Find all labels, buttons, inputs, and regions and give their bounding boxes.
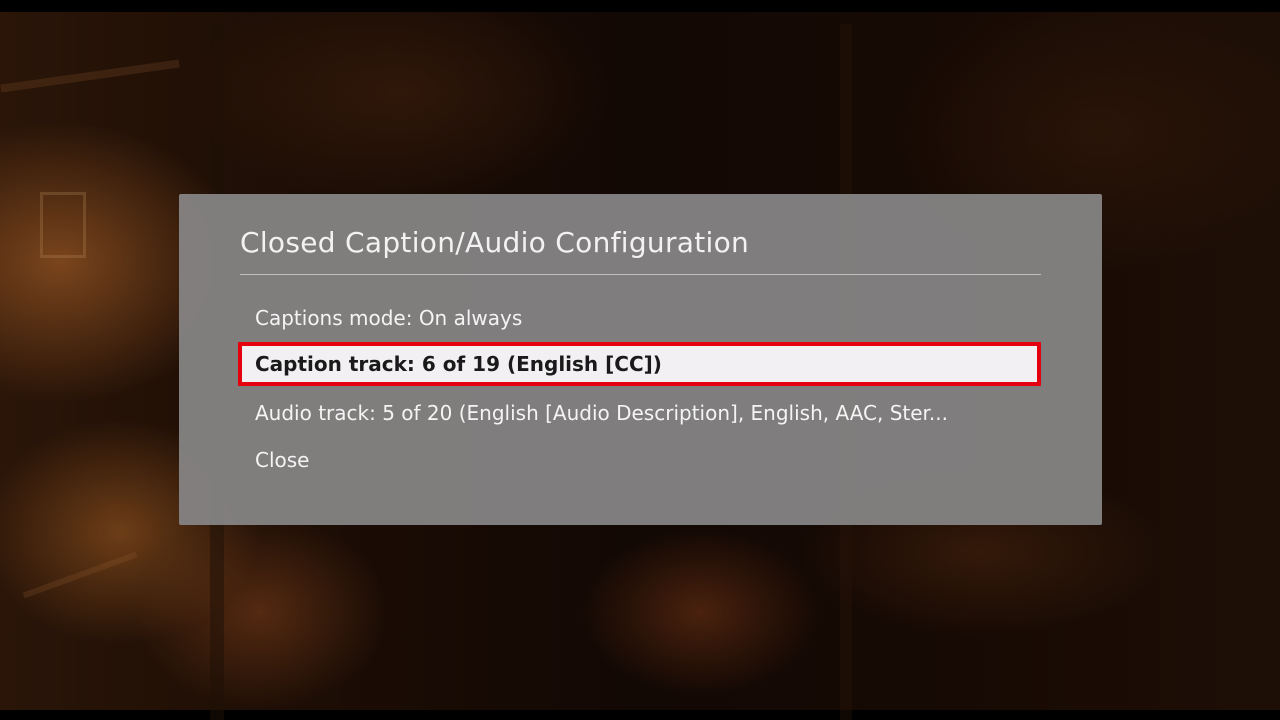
caption-track-option[interactable]: Caption track: 6 of 19 (English [CC]) <box>238 342 1041 386</box>
background-shape <box>40 192 86 258</box>
caption-audio-dialog: Closed Caption/Audio Configuration Capti… <box>179 194 1102 525</box>
close-option[interactable]: Close <box>238 438 1041 482</box>
dialog-title: Closed Caption/Audio Configuration <box>240 226 750 259</box>
tv-screen: Closed Caption/Audio Configuration Capti… <box>0 0 1280 720</box>
captions-mode-option[interactable]: Captions mode: On always <box>238 296 1041 340</box>
title-divider <box>240 274 1041 275</box>
background-shape <box>0 59 180 93</box>
background-shape <box>22 551 138 599</box>
audio-track-option[interactable]: Audio track: 5 of 20 (English [Audio Des… <box>238 391 1041 435</box>
